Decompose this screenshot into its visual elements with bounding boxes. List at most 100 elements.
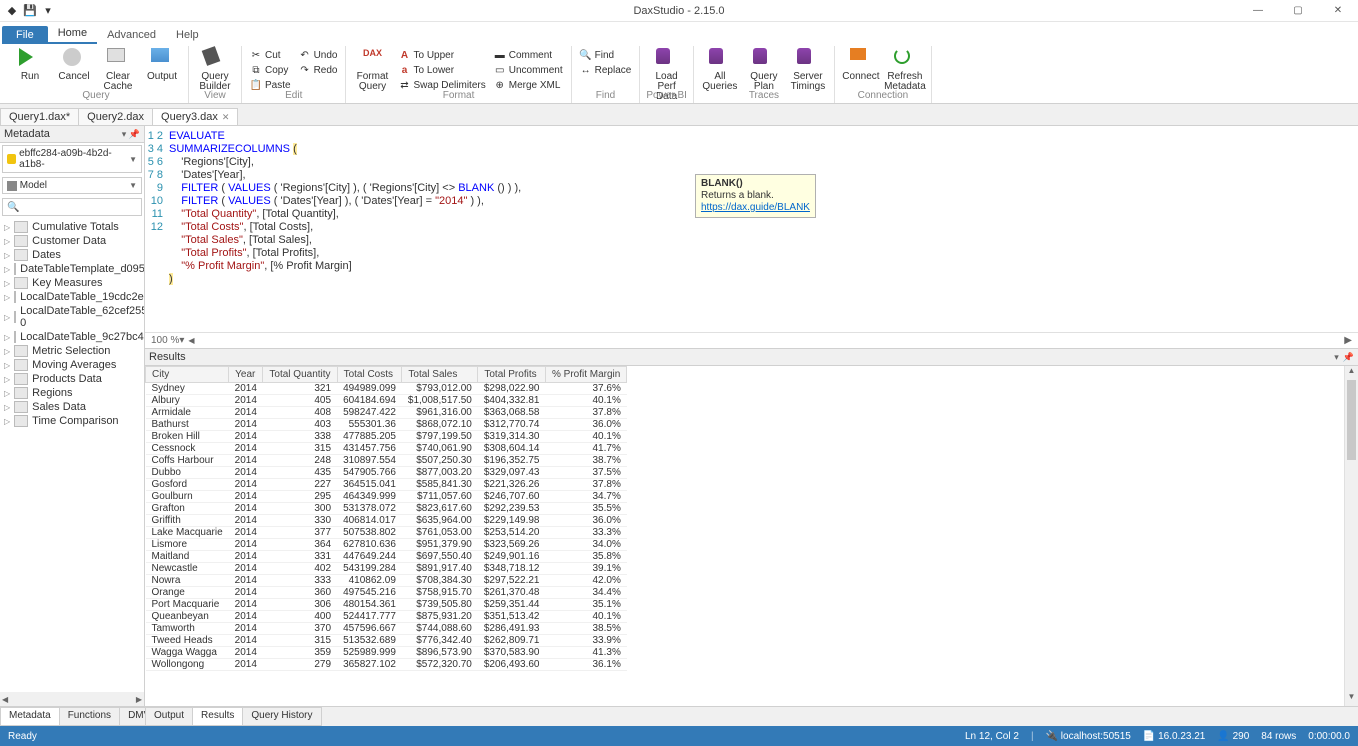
table-item[interactable]: ▷LocalDateTable_62cef255-0 xyxy=(2,304,142,330)
query-plan-button[interactable]: Query Plan xyxy=(744,46,784,92)
doc-tab-3[interactable]: Query3.dax✕ xyxy=(152,108,238,125)
table-row[interactable]: Albury2014405604184.694$1,008,517.50$404… xyxy=(146,395,627,407)
output-button[interactable]: Output xyxy=(142,46,182,82)
refresh-meta-button[interactable]: Refresh Metadata xyxy=(885,46,925,92)
copy-button[interactable]: ⧉Copy xyxy=(248,63,293,77)
metadata-tree[interactable]: ▷Cumulative Totals▷Customer Data▷Dates▷D… xyxy=(0,218,144,692)
doc-tab-1[interactable]: Query1.dax* xyxy=(0,108,79,125)
output-bottom-tab[interactable]: Output xyxy=(145,707,193,726)
clear-cache-button[interactable]: Clear Cache xyxy=(98,46,138,92)
table-row[interactable]: Coffs Harbour2014248310897.554$507,250.3… xyxy=(146,455,627,467)
table-row[interactable]: Sydney2014321494989.099$793,012.00$298,0… xyxy=(146,383,627,395)
connect-button[interactable]: Connect xyxy=(841,46,881,82)
table-row[interactable]: Tweed Heads2014315513532.689$776,342.40$… xyxy=(146,635,627,647)
column-header[interactable]: City xyxy=(146,367,229,383)
cut-button[interactable]: ✂Cut xyxy=(248,48,293,62)
table-item[interactable]: ▷Dates xyxy=(2,248,142,262)
hscroll-right-icon[interactable]: ▶ xyxy=(1344,335,1352,346)
results-grid[interactable]: CityYearTotal QuantityTotal CostsTotal S… xyxy=(145,366,1344,706)
code-content[interactable]: EVALUATE SUMMARIZECOLUMNS ( 'Regions'[Ci… xyxy=(169,130,1358,328)
metadata-hscroll[interactable]: ◀▶ xyxy=(0,692,144,706)
file-tab[interactable]: File xyxy=(2,26,48,44)
column-header[interactable]: Total Costs xyxy=(337,367,402,383)
home-tab[interactable]: Home xyxy=(48,24,97,44)
close-button[interactable]: ✕ xyxy=(1318,1,1358,21)
table-item[interactable]: ▷Customer Data xyxy=(2,234,142,248)
format-query-button[interactable]: DAXFormat Query xyxy=(352,46,392,92)
table-row[interactable]: Wollongong2014279365827.102$572,320.70$2… xyxy=(146,659,627,671)
table-row[interactable]: Dubbo2014435547905.766$877,003.20$329,09… xyxy=(146,467,627,479)
table-item[interactable]: ▷DateTableTemplate_d095fb xyxy=(2,262,142,276)
all-queries-button[interactable]: All Queries xyxy=(700,46,740,92)
table-row[interactable]: Lake Macquarie2014377507538.802$761,053.… xyxy=(146,527,627,539)
table-row[interactable]: Lismore2014364627810.636$951,379.90$323,… xyxy=(146,539,627,551)
table-item[interactable]: ▷Metric Selection xyxy=(2,344,142,358)
help-tab[interactable]: Help xyxy=(166,26,209,44)
results-bottom-tab[interactable]: Results xyxy=(192,707,243,726)
database-combo[interactable]: ebffc284-a09b-4b2d-a1b8-▼ xyxy=(2,145,142,173)
table-row[interactable]: Bathurst2014403555301.36$868,072.10$312,… xyxy=(146,419,627,431)
metadata-bottom-tab[interactable]: Metadata xyxy=(0,707,60,726)
table-item[interactable]: ▷Cumulative Totals xyxy=(2,220,142,234)
table-row[interactable]: Gosford2014227364515.041$585,841.30$221,… xyxy=(146,479,627,491)
undo-button[interactable]: ↶Undo xyxy=(297,48,340,62)
scroll-thumb[interactable] xyxy=(1347,380,1356,460)
panel-dropdown-icon[interactable]: ▾ 📌 xyxy=(122,129,140,140)
find-button[interactable]: 🔍Find xyxy=(578,48,634,62)
qat-save-icon[interactable]: 💾 xyxy=(22,3,38,19)
uncomment-button[interactable]: ▭Uncomment xyxy=(492,63,565,77)
metadata-search[interactable]: 🔍 xyxy=(2,198,142,216)
close-tab-icon[interactable]: ✕ xyxy=(222,112,230,123)
table-item[interactable]: ▷Regions xyxy=(2,386,142,400)
scroll-down-icon[interactable]: ▼ xyxy=(1345,692,1358,706)
table-item[interactable]: ▷Products Data xyxy=(2,372,142,386)
column-header[interactable]: Total Sales xyxy=(402,367,478,383)
table-item[interactable]: ▷Time Comparison xyxy=(2,414,142,428)
comment-button[interactable]: ▬Comment xyxy=(492,48,565,62)
server-timings-button[interactable]: Server Timings xyxy=(788,46,828,92)
tooltip-link[interactable]: https://dax.guide/BLANK xyxy=(701,202,810,213)
table-row[interactable]: Newcastle2014402543199.284$891,917.40$34… xyxy=(146,563,627,575)
zoom-dropdown-icon[interactable]: ▾ xyxy=(179,335,184,346)
table-row[interactable]: Orange2014360497545.216$758,915.70$261,3… xyxy=(146,587,627,599)
model-combo[interactable]: Model▼ xyxy=(2,177,142,194)
qat-dropdown-icon[interactable]: ▾ xyxy=(40,3,56,19)
table-item[interactable]: ▷Moving Averages xyxy=(2,358,142,372)
results-scrollbar[interactable]: ▲ ▼ xyxy=(1344,366,1358,706)
column-header[interactable]: Year xyxy=(229,367,263,383)
cancel-button[interactable]: Cancel xyxy=(54,46,94,82)
table-item[interactable]: ▷Key Measures xyxy=(2,276,142,290)
advanced-tab[interactable]: Advanced xyxy=(97,26,166,44)
history-bottom-tab[interactable]: Query History xyxy=(242,707,321,726)
table-row[interactable]: Maitland2014331447649.244$697,550.40$249… xyxy=(146,551,627,563)
table-row[interactable]: Grafton2014300531378.072$823,617.60$292,… xyxy=(146,503,627,515)
merge-xml-button[interactable]: ⊕Merge XML xyxy=(492,78,565,92)
table-row[interactable]: Cessnock2014315431457.756$740,061.90$308… xyxy=(146,443,627,455)
redo-button[interactable]: ↷Redo xyxy=(297,63,340,77)
table-item[interactable]: ▷LocalDateTable_9c27bc4b- xyxy=(2,330,142,344)
hscroll-left-icon[interactable]: ◀ xyxy=(188,336,194,345)
table-row[interactable]: Tamworth2014370457596.667$744,088.60$286… xyxy=(146,623,627,635)
run-button[interactable]: Run xyxy=(10,46,50,82)
table-row[interactable]: Griffith2014330406814.017$635,964.00$229… xyxy=(146,515,627,527)
table-item[interactable]: ▷LocalDateTable_19cdc2e1- xyxy=(2,290,142,304)
zoom-level[interactable]: 100 % xyxy=(151,335,179,346)
table-row[interactable]: Port Macquarie2014306480154.361$739,505.… xyxy=(146,599,627,611)
scroll-up-icon[interactable]: ▲ xyxy=(1345,366,1358,380)
doc-tab-2[interactable]: Query2.dax xyxy=(78,108,153,125)
replace-button[interactable]: ↔Replace xyxy=(578,63,634,77)
functions-bottom-tab[interactable]: Functions xyxy=(59,707,120,726)
query-builder-button[interactable]: Query Builder xyxy=(195,46,235,92)
table-row[interactable]: Queanbeyan2014400524417.777$875,931.20$3… xyxy=(146,611,627,623)
minimize-button[interactable]: ― xyxy=(1238,1,1278,21)
column-header[interactable]: Total Quantity xyxy=(263,367,337,383)
table-row[interactable]: Goulburn2014295464349.999$711,057.60$246… xyxy=(146,491,627,503)
table-row[interactable]: Nowra2014333410862.09$708,384.30$297,522… xyxy=(146,575,627,587)
maximize-button[interactable]: ▢ xyxy=(1278,1,1318,21)
column-header[interactable]: Total Profits xyxy=(478,367,546,383)
table-row[interactable]: Broken Hill2014338477885.205$797,199.50$… xyxy=(146,431,627,443)
to-upper-button[interactable]: ATo Upper xyxy=(396,48,487,62)
results-dropdown-icon[interactable]: ▾ xyxy=(1334,352,1339,363)
table-item[interactable]: ▷Sales Data xyxy=(2,400,142,414)
table-row[interactable]: Armidale2014408598247.422$961,316.00$363… xyxy=(146,407,627,419)
